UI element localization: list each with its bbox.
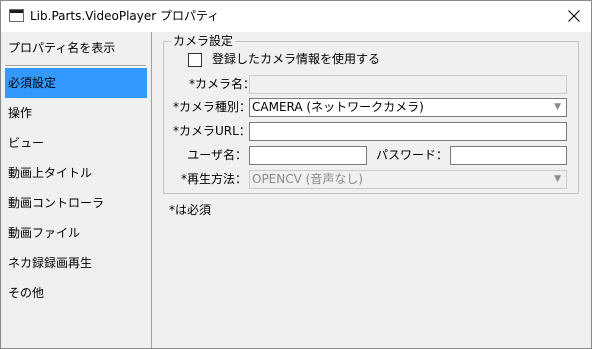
sidebar-item-view[interactable]: ビュー — [5, 128, 147, 158]
sidebar-header: プロパティ名を表示 — [8, 41, 116, 55]
playback-method-dropdown[interactable]: OPENCV (音声なし) ▼ — [249, 170, 567, 189]
title-bar: Lib.Parts.VideoPlayer プロパティ — [1, 1, 591, 32]
chevron-down-icon: ▼ — [554, 174, 561, 184]
close-icon — [568, 10, 580, 22]
use-registered-camera-checkbox[interactable] — [188, 53, 202, 67]
sidebar-item-label: 必須設定 — [8, 76, 57, 90]
camera-type-label: *カメラ種別： — [173, 100, 252, 114]
sidebar-item-label: 動画ファイル — [8, 226, 81, 240]
camera-name-field[interactable] — [249, 75, 567, 94]
content-panel: カメラ設定 登録したカメラ情報を使用する *カメラ名： *カメラ種別： CAME… — [152, 32, 591, 348]
sidebar-item-other[interactable]: その他 — [5, 278, 147, 308]
sidebar-item-label: その他 — [8, 286, 45, 300]
sidebar-item-operation[interactable]: 操作 — [5, 98, 147, 128]
sidebar-item-label: 動画コントローラ — [8, 196, 105, 210]
properties-window: Lib.Parts.VideoPlayer プロパティ プロパティ名を表示 必須… — [0, 0, 592, 349]
camera-url-field[interactable] — [249, 122, 567, 141]
playback-method-value: OPENCV (音声なし) — [252, 172, 364, 186]
sidebar-item-video-file[interactable]: 動画ファイル — [5, 218, 147, 248]
sidebar: プロパティ名を表示 必須設定 操作 ビュー 動画上タイトル 動画コントローラ 動… — [1, 32, 152, 348]
use-registered-camera-label: 登録したカメラ情報を使用する — [212, 52, 381, 66]
camera-url-label: *カメラURL： — [173, 124, 251, 138]
username-label: ユーザ名： — [187, 148, 247, 162]
username-field[interactable] — [249, 146, 367, 165]
sidebar-divider — [5, 65, 146, 67]
sidebar-item-label: 操作 — [8, 106, 33, 120]
sidebar-item-recording-playback[interactable]: ネカ録録画再生 — [5, 248, 147, 278]
camera-name-label: *カメラ名： — [189, 77, 256, 91]
camera-settings-group: カメラ設定 登録したカメラ情報を使用する *カメラ名： *カメラ種別： CAME… — [163, 34, 579, 194]
sidebar-item-label: 動画上タイトル — [8, 166, 93, 180]
close-button[interactable] — [557, 1, 591, 32]
sidebar-item-label: ビュー — [8, 136, 45, 150]
password-label: パスワード： — [375, 148, 448, 162]
sidebar-item-required-settings[interactable]: 必須設定 — [5, 68, 147, 98]
camera-type-dropdown[interactable]: CAMERA (ネットワークカメラ) ▼ — [249, 98, 567, 117]
app-window-icon — [9, 9, 24, 22]
camera-type-value: CAMERA (ネットワークカメラ) — [252, 100, 424, 114]
required-note: *は必須 — [169, 203, 212, 217]
playback-method-label: *再生方法： — [180, 172, 247, 186]
chevron-down-icon: ▼ — [554, 102, 561, 112]
password-field[interactable] — [450, 146, 567, 165]
sidebar-category-list: 必須設定 操作 ビュー 動画上タイトル 動画コントローラ 動画ファイル ネカ録録… — [5, 68, 147, 308]
sidebar-item-video-controller[interactable]: 動画コントローラ — [5, 188, 147, 218]
group-title: カメラ設定 — [171, 34, 236, 48]
sidebar-item-label: ネカ録録画再生 — [8, 256, 93, 270]
sidebar-item-video-title[interactable]: 動画上タイトル — [5, 158, 147, 188]
window-title: Lib.Parts.VideoPlayer プロパティ — [30, 9, 220, 23]
